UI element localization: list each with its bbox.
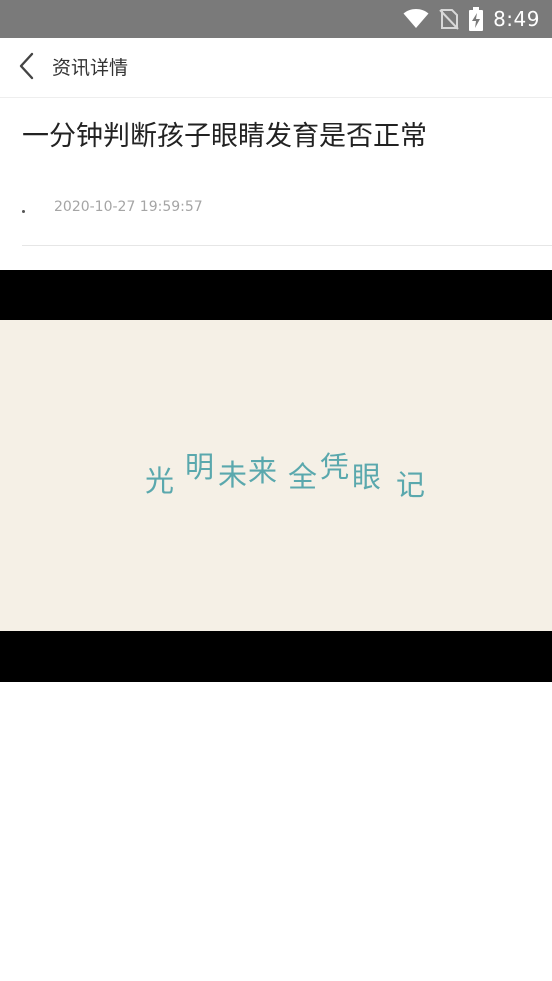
- chevron-left-icon: [17, 52, 35, 84]
- slogan-char: 未: [218, 458, 248, 492]
- status-bar: 8:49: [0, 0, 552, 38]
- slogan: 光 明 未 来 全 凭 眼 记: [0, 450, 552, 510]
- slogan-char: 来: [248, 454, 278, 488]
- status-time: 8:49: [493, 7, 540, 31]
- app-header: 资讯详情: [0, 38, 552, 98]
- video-player[interactable]: 光 明 未 来 全 凭 眼 记: [0, 270, 552, 682]
- no-sim-icon: [439, 8, 459, 30]
- author-avatar: [22, 209, 25, 213]
- slogan-char: 记: [396, 468, 426, 502]
- wifi-icon: [403, 9, 429, 29]
- slogan-char: 明: [185, 450, 215, 484]
- page-title: 资讯详情: [52, 57, 129, 79]
- back-button[interactable]: [8, 48, 44, 88]
- slogan-char: 眼: [352, 460, 382, 494]
- slogan-char: 光: [145, 464, 175, 498]
- publish-time: 2020-10-27 19:59:57: [54, 199, 203, 215]
- article-title: 一分钟判断孩子眼睛发育是否正常: [22, 121, 427, 152]
- video-frame: 光 明 未 来 全 凭 眼 记: [0, 320, 552, 631]
- slogan-char: 凭: [320, 450, 350, 484]
- article-meta: 2020-10-27 19:59:57: [22, 196, 203, 218]
- slogan-char: 全: [288, 460, 318, 494]
- status-icons: 8:49: [403, 0, 540, 38]
- battery-charging-icon: [469, 7, 484, 31]
- divider: [22, 245, 552, 246]
